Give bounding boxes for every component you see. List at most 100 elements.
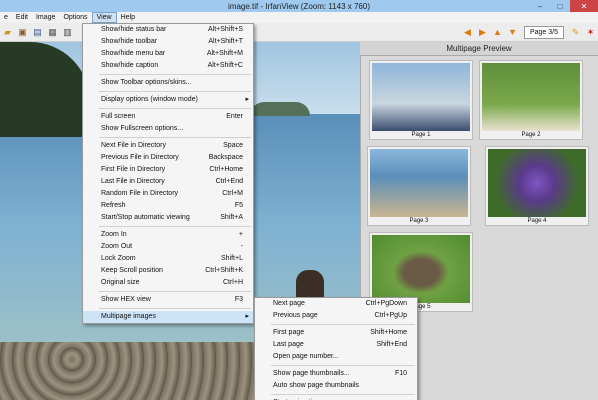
view-menu-item[interactable]: Show/hide caption Alt+Shift+C [83,60,253,72]
thumbnail-page-1[interactable]: Page 1 [369,60,473,140]
menu-item-shortcut: Alt+Shift+C [207,62,243,69]
multipage-menu-item[interactable]: Open page number... [255,351,417,363]
page-down-icon[interactable]: ▼ [506,26,519,39]
close-button[interactable]: ✕ [570,0,598,12]
menu-item-label: Previous page [273,312,318,319]
view-menu-item[interactable]: Lock Zoom Shift+L [83,253,253,265]
view-menu-item[interactable]: Show/hide status bar Alt+Shift+S [83,24,253,36]
thumbnail-caption: Page 2 [521,132,541,138]
thumbnail-caption: Page 4 [527,218,547,224]
menu-item-label: Show/hide caption [101,62,159,69]
menu-item-shortcut: Ctrl+H [222,279,243,286]
arrow-right-icon[interactable]: ▶ [476,26,489,39]
page-up-icon[interactable]: ▲ [491,26,504,39]
view-menu-item[interactable]: Multipage images ▸ [83,311,253,323]
print-icon[interactable]: ▦ [46,26,59,39]
menu-options[interactable]: Options [59,12,91,23]
delete-icon[interactable]: ▥ [61,26,74,39]
menu-item-label: Last File in Directory [101,178,165,185]
menu-item-label: Last page [273,341,304,348]
settings-icon[interactable]: ✎ [569,26,582,39]
menu-item-shortcut: F3 [234,296,243,303]
view-menu-item[interactable]: Show/hide toolbar Alt+Shift+T [83,36,253,48]
multipage-submenu: Next page Ctrl+PgDown Previous page Ctrl+Pg… [254,297,418,400]
menu-item-label: First page [273,329,305,336]
menu-item-label: Show HEX view [101,296,151,303]
menu-separator [99,137,251,138]
thumbnail-page-3[interactable]: Page 3 [367,146,471,226]
menu-item-shortcut: + [238,231,243,238]
menu-item-shortcut: - [240,243,243,250]
view-menu-item[interactable]: Zoom Out - [83,241,253,253]
open-icon[interactable]: ▰ [1,26,14,39]
view-menu-item[interactable]: Show Fullscreen options... [83,123,253,135]
view-menu-item[interactable]: Keep Scroll position Ctrl+Shift+K [83,265,253,277]
menu-item-label: Original size [101,279,140,286]
menu-item-shortcut: Ctrl+PgDown [365,300,407,307]
menu-image[interactable]: Image [32,12,59,23]
menu-separator [99,226,251,227]
menu-separator [271,394,415,395]
view-menu-item[interactable]: Zoom In + [83,229,253,241]
view-menu-item[interactable]: Full screen Enter [83,111,253,123]
menu-item-label: Show Fullscreen options... [101,125,184,132]
menu-item-label: Show/hide menu bar [101,50,166,57]
menu-item-label: Show Toolbar options/skins... [101,79,192,86]
irfanview-cat-icon[interactable]: ✶ [584,26,597,39]
menu-separator [99,74,251,75]
menu-separator [99,291,251,292]
multipage-menu-item[interactable]: First page Shift+Home [255,327,417,339]
menu-item-label: Keep Scroll position [101,267,163,274]
view-menu-item[interactable]: Original size Ctrl+H [83,277,253,289]
view-menu-item[interactable]: Show HEX view F3 [83,294,253,306]
window-controls: – □ ✕ [530,0,598,12]
view-menu-item[interactable]: Show Toolbar options/skins... [83,77,253,89]
menu-item-label: Display options (window mode) [101,96,198,103]
menu-item-label: Auto show page thumbnails [273,382,359,389]
view-menu-item[interactable]: Random File in Directory Ctrl+M [83,188,253,200]
submenu-arrow-icon: ▸ [245,96,249,103]
maximize-button[interactable]: □ [550,0,570,12]
menu-help[interactable]: Help [117,12,139,23]
menu-item-shortcut: Ctrl+Shift+K [205,267,243,274]
menu-item-shortcut: F10 [394,370,407,377]
slideshow-icon[interactable]: ▣ [16,26,29,39]
menu-item-label: Full screen [101,113,136,120]
view-menu-item[interactable]: Display options (window mode) ▸ [83,94,253,106]
view-menu-item[interactable]: Refresh F5 [83,200,253,212]
menu-edit[interactable]: Edit [12,12,32,23]
menu-item-shortcut: Alt+Shift+S [207,26,243,33]
menu-item-label: Multipage images [101,313,156,320]
save-icon[interactable]: ▤ [31,26,44,39]
arrow-left-icon[interactable]: ◀ [461,26,474,39]
view-menu-item[interactable]: Next File in Directory Space [83,140,253,152]
multipage-menu-item[interactable]: Last page Shift+End [255,339,417,351]
thumbnail-caption: Page 1 [411,132,431,138]
menu-item-shortcut: Alt+Shift+M [206,50,243,57]
minimize-button[interactable]: – [530,0,550,12]
view-menu-item[interactable]: Last File in Directory Ctrl+End [83,176,253,188]
view-menu-item[interactable]: Start/Stop automatic viewing Shift+A [83,212,253,224]
menu-separator [99,108,251,109]
multipage-menu-item[interactable]: Auto show page thumbnails [255,380,417,392]
view-menu-item[interactable]: Previous File in Directory Backspace [83,152,253,164]
menu-item-shortcut: Ctrl+M [222,190,243,197]
multipage-menu-item[interactable]: Previous page Ctrl+PgUp [255,310,417,322]
thumbnail-page-4[interactable]: Page 4 [485,146,589,226]
menu-item-label: Zoom Out [101,243,133,250]
multipage-menu-item[interactable]: Next page Ctrl+PgDown [255,298,417,310]
thumbnail-caption: Page 3 [409,218,429,224]
multipage-menu-item[interactable]: Show page thumbnails... F10 [255,368,417,380]
menu-item-label: First File in Directory [101,166,166,173]
menu-item-shortcut: Shift+L [221,255,243,262]
window-title: image.tif - IrfanView (Zoom: 1143 x 760) [228,1,370,11]
submenu-arrow-icon: ▸ [245,313,249,320]
menu-file[interactable]: e [0,12,12,23]
view-menu-item[interactable]: Show/hide menu bar Alt+Shift+M [83,48,253,60]
menu-view[interactable]: View [91,12,117,23]
menu-item-shortcut: Ctrl+End [215,178,243,185]
thumbnail-page-2[interactable]: Page 2 [479,60,583,140]
menu-item-label: Refresh [101,202,126,209]
view-menu-item[interactable]: First File in Directory Ctrl+Home [83,164,253,176]
menu-item-shortcut: Ctrl+Home [209,166,243,173]
